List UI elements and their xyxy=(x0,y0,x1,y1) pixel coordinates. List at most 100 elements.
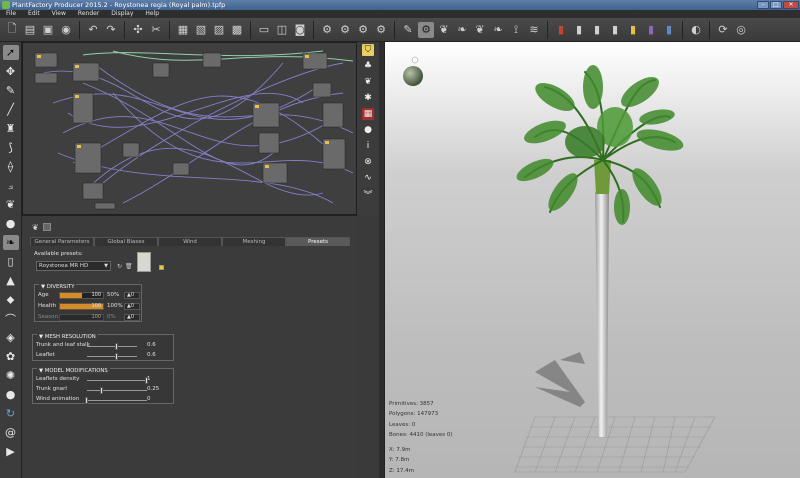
leaflet-slider[interactable] xyxy=(87,353,137,360)
render-icon[interactable]: ◐ xyxy=(688,22,704,38)
curve-icon[interactable]: ⌒ xyxy=(3,311,19,326)
trunk-stalk-knob[interactable] xyxy=(115,343,118,350)
branch-icon[interactable]: ⟟ xyxy=(508,22,524,38)
material-purple-icon[interactable]: ▮ xyxy=(643,22,659,38)
diversity-header[interactable]: ▼ DIVERSITY xyxy=(39,284,77,290)
mesh-resolution-header[interactable]: ▼ MESH RESOLUTION xyxy=(37,334,98,340)
menu-display[interactable]: Display xyxy=(111,10,133,18)
save-icon[interactable]: ▣ xyxy=(40,22,56,38)
stem-icon[interactable]: ⟠ xyxy=(3,159,19,174)
tree-view-icon[interactable]: ♣ xyxy=(362,60,374,72)
health-spinner[interactable]: ▲0 xyxy=(124,303,140,310)
animation-icon[interactable]: ⚙ xyxy=(418,21,434,38)
cancel-icon[interactable]: ⊗ xyxy=(362,156,374,168)
display-mode-2-icon[interactable]: ⚙ xyxy=(337,22,353,38)
refresh-icon[interactable]: ⟳ xyxy=(715,22,731,38)
trunk-stalk-slider[interactable] xyxy=(87,343,137,350)
graph-layout-3-icon[interactable]: ▨ xyxy=(211,22,227,38)
node-graph[interactable] xyxy=(22,42,357,215)
graph-view-icon[interactable]: ∿ xyxy=(362,172,374,184)
material-yellow-icon[interactable]: ▮ xyxy=(625,22,641,38)
camera-icon[interactable]: ◙ xyxy=(292,22,308,38)
brush-icon[interactable]: ╱ xyxy=(3,102,19,117)
leaf-tool-icon[interactable]: ❧ xyxy=(2,235,19,250)
material-blue-icon[interactable]: ▮ xyxy=(661,22,677,38)
select-arrow-icon[interactable]: ➚ xyxy=(2,45,19,60)
health-slider[interactable]: 100 xyxy=(59,303,104,310)
material-red-icon[interactable]: ▮ xyxy=(553,22,569,38)
shield-icon[interactable]: ⛉ xyxy=(362,44,374,56)
cone-icon[interactable]: ▲ xyxy=(3,273,19,288)
screenshot-icon[interactable]: ◎ xyxy=(733,22,749,38)
menu-render[interactable]: Render xyxy=(78,10,99,18)
display-mode-3-icon[interactable]: ⚙ xyxy=(355,22,371,38)
menu-file[interactable]: File xyxy=(6,10,16,18)
close-button[interactable]: ✕ xyxy=(783,1,799,9)
material-grey-icon[interactable]: ▮ xyxy=(571,22,587,38)
model-modifications-header[interactable]: ▼ MODEL MODIFICATIONS xyxy=(37,368,110,374)
3d-viewport[interactable]: Primitives: 3857 Polygons: 147973 Leaves… xyxy=(384,42,800,478)
menu-view[interactable]: View xyxy=(52,10,66,18)
sphere-view-icon[interactable]: ● xyxy=(362,124,374,136)
season-slider[interactable]: 100 xyxy=(59,314,104,321)
view-split-icon[interactable]: ◫ xyxy=(274,22,290,38)
trunk-icon[interactable]: ♜ xyxy=(3,121,19,136)
rotate-icon[interactable]: ↻ xyxy=(3,406,19,421)
material-dark-icon[interactable]: ▮ xyxy=(607,22,623,38)
tab-wind[interactable]: Wind xyxy=(158,237,222,246)
graph-layout-2-icon[interactable]: ▧ xyxy=(193,22,209,38)
graph-layout-1-icon[interactable]: ▦ xyxy=(175,22,191,38)
open-file-icon[interactable]: ▤ xyxy=(22,22,38,38)
flower-icon[interactable]: ✿ xyxy=(3,349,19,364)
twig-icon[interactable]: ⟓ xyxy=(3,178,19,193)
preset-delete-icon[interactable]: 🗑 xyxy=(125,263,133,270)
trunk-gnarl-knob[interactable] xyxy=(100,387,103,394)
display-mode-4-icon[interactable]: ⚙ xyxy=(373,22,389,38)
export-icon[interactable]: ◉ xyxy=(58,22,74,38)
graph-layout-4-icon[interactable]: ▩ xyxy=(229,22,245,38)
wind-animation-slider[interactable] xyxy=(85,397,147,404)
menu-help[interactable]: Help xyxy=(145,10,159,18)
fern-icon[interactable]: ❦ xyxy=(3,197,19,212)
cut-node-icon[interactable]: ✂ xyxy=(148,22,164,38)
tab-presets[interactable]: Presets xyxy=(286,237,350,246)
leaf-1-icon[interactable]: ❦ xyxy=(436,22,452,38)
maximize-button[interactable]: □ xyxy=(770,1,782,9)
tab-global-biases[interactable]: Global Biases xyxy=(94,237,158,246)
pencil-icon[interactable]: ✎ xyxy=(3,83,19,98)
wind-icon[interactable]: ≋ xyxy=(526,22,542,38)
leaflet-knob[interactable] xyxy=(115,353,118,360)
petal-icon[interactable]: ◈ xyxy=(3,330,19,345)
tab-meshing[interactable]: Meshing xyxy=(222,237,286,246)
material-stripe-icon[interactable]: ▮ xyxy=(589,22,605,38)
move-icon[interactable]: ✥ xyxy=(3,64,19,79)
branch-tool-icon[interactable]: ⟆ xyxy=(3,140,19,155)
sphere-icon[interactable]: ● xyxy=(3,387,19,402)
cylinder-icon[interactable]: ▯ xyxy=(3,254,19,269)
droplet-icon[interactable]: ⬥ xyxy=(3,292,19,307)
preset-color-icon[interactable] xyxy=(159,265,164,270)
info-icon[interactable]: i xyxy=(362,140,374,152)
new-file-icon[interactable]: 🗋 xyxy=(4,22,20,38)
navigation-sphere-icon[interactable] xyxy=(403,56,423,86)
chevron-down-icon[interactable]: ︾ xyxy=(362,188,374,201)
leaf-2-icon[interactable]: ❧ xyxy=(454,22,470,38)
leaf-3-icon[interactable]: ❦ xyxy=(472,22,488,38)
season-spinner[interactable]: ▲0 xyxy=(124,314,140,321)
node-add-icon[interactable]: ✣ xyxy=(130,22,146,38)
leaf-4-icon[interactable]: ❧ xyxy=(490,22,506,38)
minimize-button[interactable]: – xyxy=(757,1,769,9)
trunk-gnarl-slider[interactable] xyxy=(87,387,147,394)
age-slider[interactable]: 100 xyxy=(59,292,104,299)
wind-animation-knob[interactable] xyxy=(85,397,88,404)
leaf-view-icon[interactable]: ❦ xyxy=(362,76,374,88)
leaflets-density-slider[interactable] xyxy=(87,377,148,384)
display-mode-1-icon[interactable]: ⚙ xyxy=(319,22,335,38)
menu-edit[interactable]: Edit xyxy=(28,10,40,18)
preset-select[interactable]: Roystonea MR HD ▼ xyxy=(36,261,111,271)
tab-general-parameters[interactable]: General Parameters xyxy=(30,237,94,246)
panel-toggle-icon[interactable] xyxy=(42,223,51,231)
preset-thumbnail[interactable] xyxy=(137,252,151,272)
age-spinner[interactable]: ▲0 xyxy=(124,292,140,299)
play-icon[interactable]: ▶ xyxy=(3,444,19,459)
